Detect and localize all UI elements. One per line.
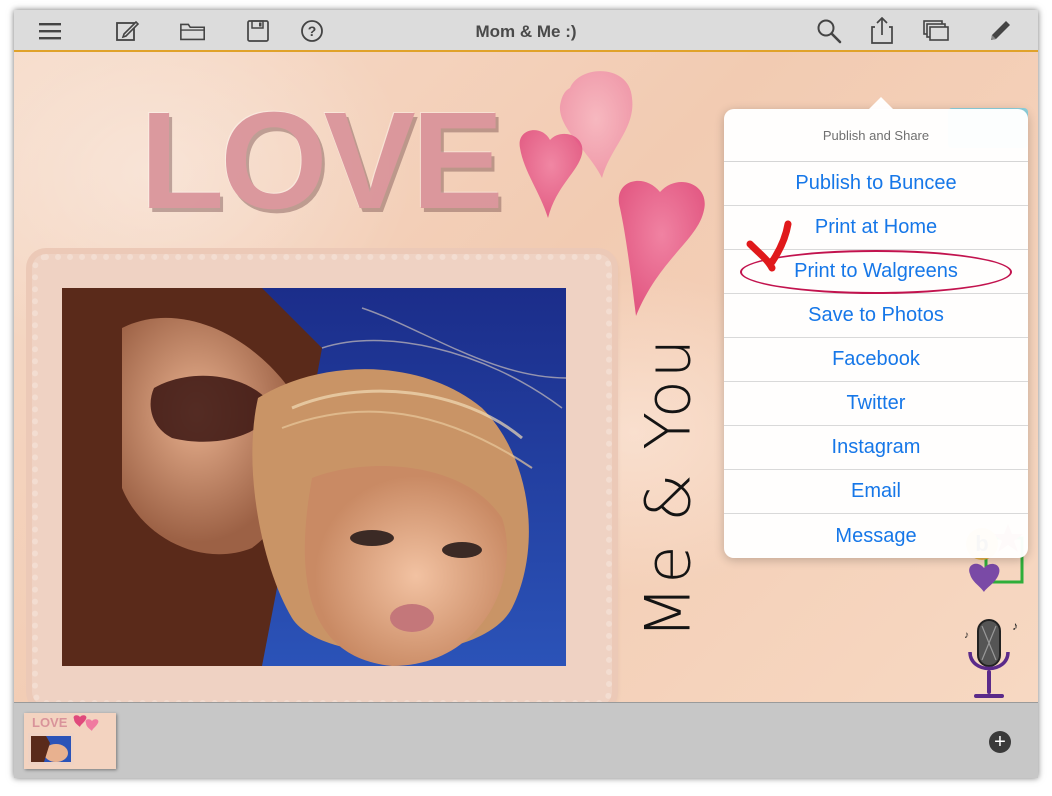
page-thumbnail[interactable]: LOVE: [24, 713, 116, 769]
top-toolbar: ? Mom & Me :): [14, 10, 1038, 52]
email-item[interactable]: Email: [724, 470, 1028, 514]
pencil-icon[interactable]: [986, 18, 1014, 44]
svg-text:♪: ♪: [1012, 619, 1018, 633]
photo[interactable]: [62, 288, 566, 666]
red-arrow-annotation: [746, 220, 792, 272]
instagram-item[interactable]: Instagram: [724, 426, 1028, 470]
me-and-you-text[interactable]: Me & You: [632, 328, 705, 648]
page-canvas[interactable]: LOVE Me & You ♪ ♪ Publish and Share Publ…: [14, 52, 1038, 706]
pages-icon[interactable]: [922, 18, 950, 44]
save-to-photos-item[interactable]: Save to Photos: [724, 294, 1028, 338]
app-window: ? Mom & Me :) LOVE Me & You ♪ ♪ Publish …: [14, 10, 1038, 778]
love-heading[interactable]: LOVE: [140, 92, 504, 230]
publish-share-popover: Publish and Share Publish to Buncee Prin…: [724, 97, 1028, 558]
share-icon[interactable]: [868, 17, 896, 44]
thumb-love-text: LOVE: [32, 715, 68, 730]
svg-text:♪: ♪: [964, 630, 969, 641]
popover-header: Publish and Share: [724, 109, 1028, 162]
publish-to-buncee-item[interactable]: Publish to Buncee: [724, 162, 1028, 206]
add-page-button[interactable]: +: [989, 731, 1011, 753]
message-item[interactable]: Message: [724, 514, 1028, 558]
twitter-item[interactable]: Twitter: [724, 382, 1028, 426]
search-icon[interactable]: [815, 18, 843, 44]
facebook-item[interactable]: Facebook: [724, 338, 1028, 382]
microphone-icon[interactable]: ♪ ♪: [964, 616, 1024, 706]
page-thumbnail-bar: LOVE +: [14, 702, 1038, 778]
